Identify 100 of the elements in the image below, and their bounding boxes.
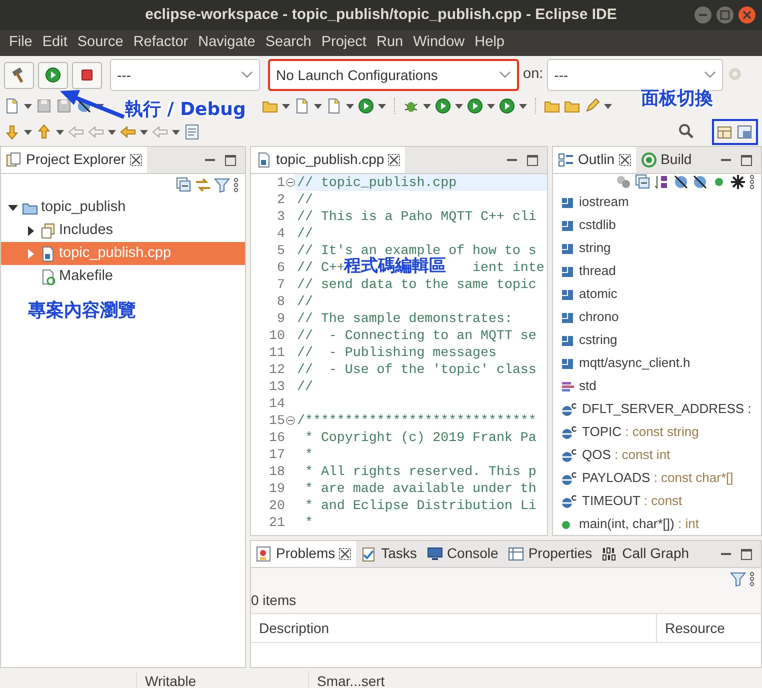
outline-item[interactable]: mqtt/async_client.h xyxy=(579,352,690,372)
outline-item[interactable]: QOS : const int xyxy=(582,444,670,464)
hide-static-icon[interactable] xyxy=(692,174,708,190)
maximize-icon[interactable] xyxy=(716,6,734,24)
maximize-icon[interactable] xyxy=(526,154,539,166)
launch-configuration-dropdown[interactable]: No Launch Configurations xyxy=(268,59,519,91)
launch-mode-dropdown[interactable]: --- xyxy=(110,59,260,91)
caret-icon[interactable] xyxy=(56,130,64,134)
previous-icon[interactable] xyxy=(36,124,52,140)
new-file-icon[interactable] xyxy=(326,98,342,114)
properties-icon[interactable] xyxy=(508,546,524,562)
outline-item[interactable]: chrono xyxy=(579,306,619,326)
chevron-icon[interactable] xyxy=(704,71,716,79)
filter-icon[interactable] xyxy=(730,571,746,587)
run-button[interactable] xyxy=(38,62,68,88)
collapse-all-icon[interactable] xyxy=(176,177,192,193)
tree-item[interactable]: Includes xyxy=(1,219,245,242)
caret-icon[interactable] xyxy=(172,130,180,134)
new-file-icon[interactable] xyxy=(4,98,20,114)
panel-tab[interactable]: Build xyxy=(636,147,697,173)
fold-icon[interactable] xyxy=(286,416,294,425)
panel-tab[interactable]: Console xyxy=(422,541,504,567)
new-file-icon[interactable] xyxy=(294,98,310,114)
caret-icon[interactable] xyxy=(604,104,612,108)
chevron-icon[interactable] xyxy=(241,71,253,79)
sort-icon[interactable] xyxy=(654,174,670,190)
menu-item[interactable]: Search xyxy=(260,32,316,54)
menu-item[interactable]: Refactor xyxy=(128,32,194,54)
caret-icon[interactable] xyxy=(108,130,116,134)
hide-members-icon[interactable] xyxy=(730,174,746,190)
next-icon[interactable] xyxy=(4,124,20,140)
binary-icon[interactable] xyxy=(602,546,618,562)
caret-icon[interactable] xyxy=(346,104,354,108)
outline-item[interactable]: cstdlib xyxy=(579,214,616,234)
outline-item[interactable]: PAYLOADS : const char*[] xyxy=(582,468,734,488)
run-icon[interactable] xyxy=(358,98,374,114)
column-header[interactable]: Resource xyxy=(665,618,725,638)
view-menu-icon[interactable] xyxy=(749,571,755,587)
tree-item[interactable]: topic_publish xyxy=(1,196,245,219)
tasks-icon[interactable] xyxy=(361,546,378,562)
problems-icon[interactable] xyxy=(256,546,272,562)
outline-item[interactable]: TOPIC : const string xyxy=(582,422,699,442)
fold-icon[interactable] xyxy=(286,178,294,187)
menu-item[interactable]: Run xyxy=(371,32,408,54)
run-icon[interactable] xyxy=(435,98,451,114)
menu-item[interactable]: Project xyxy=(316,32,372,54)
outline-item[interactable]: TIMEOUT : const xyxy=(582,490,682,510)
stop-button[interactable] xyxy=(72,62,102,88)
menu-item[interactable]: Source xyxy=(72,32,128,54)
outline-item[interactable]: iostream xyxy=(579,192,629,212)
expanded-arrow-icon[interactable] xyxy=(8,204,18,212)
view-menu-icon[interactable] xyxy=(233,177,239,193)
caret-icon[interactable] xyxy=(282,104,290,108)
panel-tab[interactable]: Tasks xyxy=(356,541,422,567)
filter-icon[interactable] xyxy=(214,177,230,193)
perspective-icon[interactable] xyxy=(737,124,753,140)
collapse-all-icon[interactable] xyxy=(635,174,651,190)
panel-tab[interactable]: Call Graph xyxy=(597,541,694,567)
caret-icon[interactable] xyxy=(24,130,32,134)
maximize-icon[interactable] xyxy=(740,548,753,560)
outline-icon[interactable] xyxy=(558,152,574,168)
caret-icon[interactable] xyxy=(519,104,527,108)
view-menu-icon[interactable] xyxy=(749,174,755,190)
maximize-icon[interactable] xyxy=(740,154,753,166)
caret-icon[interactable] xyxy=(378,104,386,108)
outline-item[interactable]: string xyxy=(579,238,611,258)
back-icon[interactable] xyxy=(120,124,136,140)
search-icon[interactable] xyxy=(678,123,696,141)
caret-icon[interactable] xyxy=(455,104,463,108)
maximize-icon[interactable] xyxy=(224,154,237,166)
outline-item[interactable]: thread xyxy=(579,260,616,280)
hide-fields-icon[interactable] xyxy=(673,174,689,190)
outline-item[interactable]: DFLT_SERVER_ADDRESS : xyxy=(582,398,752,418)
chevron-icon[interactable] xyxy=(499,71,511,79)
run-icon[interactable] xyxy=(467,98,483,114)
close-icon[interactable] xyxy=(388,154,400,166)
menu-item[interactable]: Window xyxy=(408,32,470,54)
column-header[interactable]: Description xyxy=(259,618,330,638)
build-button[interactable] xyxy=(4,62,34,88)
menu-item[interactable]: Help xyxy=(470,32,510,54)
minimize-icon[interactable] xyxy=(694,6,712,24)
outline-item[interactable]: main(int, char*[]) : int xyxy=(579,514,699,534)
outline-item[interactable]: cstring xyxy=(579,330,618,350)
console-icon[interactable] xyxy=(426,546,443,562)
panel-tab[interactable]: Project Explorer xyxy=(1,147,147,173)
menu-item[interactable]: File xyxy=(4,32,38,54)
caret-icon[interactable] xyxy=(487,104,495,108)
tree-item[interactable]: Makefile xyxy=(1,265,245,288)
panel-tab[interactable]: Problems xyxy=(251,541,356,567)
panel-tab[interactable]: Properties xyxy=(503,541,598,567)
run-icon[interactable] xyxy=(499,98,515,114)
menu-item[interactable]: Edit xyxy=(37,32,72,54)
close-icon[interactable] xyxy=(130,154,142,166)
close-icon[interactable] xyxy=(339,548,352,560)
editor-tab[interactable]: topic_publish.cpp xyxy=(251,147,406,173)
close-icon[interactable] xyxy=(618,154,631,166)
outline-item[interactable]: std xyxy=(579,376,596,396)
caret-icon[interactable] xyxy=(140,130,148,134)
caret-icon[interactable] xyxy=(423,104,431,108)
save-icon[interactable] xyxy=(56,98,72,114)
